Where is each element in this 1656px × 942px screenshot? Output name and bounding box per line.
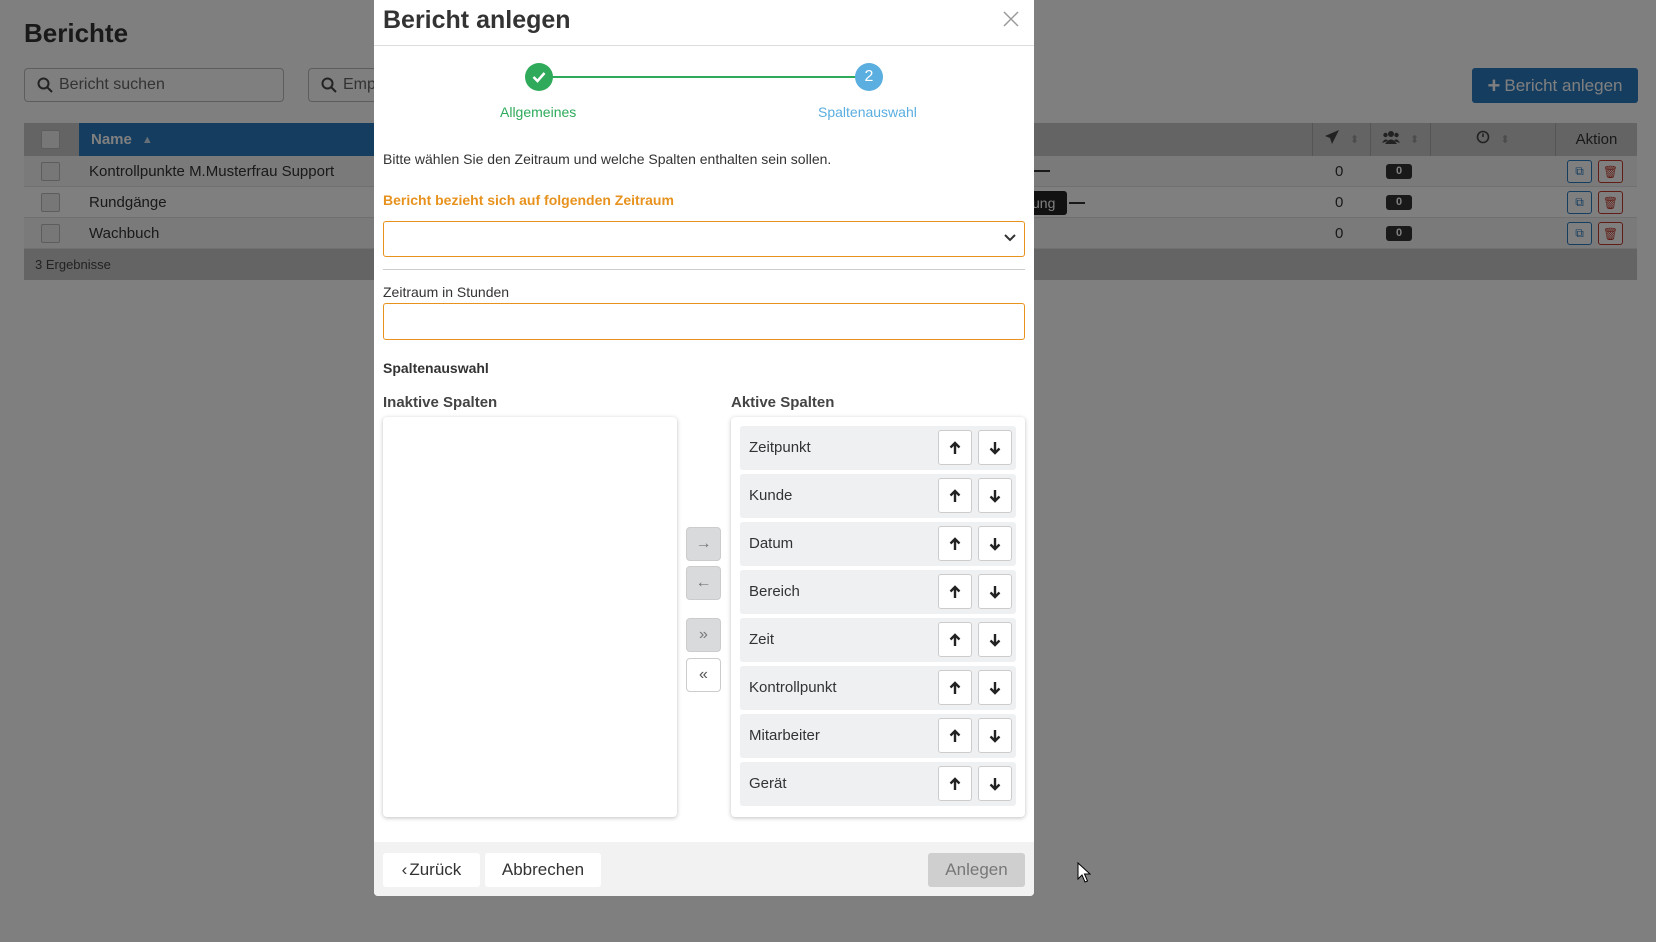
active-column-item[interactable]: Bereich <box>740 570 1016 614</box>
move-up-button[interactable] <box>938 670 972 705</box>
arrow-up-icon <box>949 728 961 742</box>
create-button[interactable]: Anlegen <box>928 853 1025 887</box>
step-spaltenauswahl[interactable]: 2 <box>855 63 883 91</box>
arrow-down-icon <box>989 441 1001 455</box>
wizard-stepper: 2 Allgemeines Spaltenauswahl <box>374 46 1034 128</box>
back-button[interactable]: ‹ Zurück <box>383 853 480 887</box>
column-name: Kontrollpunkt <box>749 679 837 696</box>
chevron-left-icon: ‹ <box>401 860 408 879</box>
arrow-up-icon <box>949 488 961 502</box>
arrow-right-icon: → <box>695 535 712 552</box>
arrow-up-icon <box>949 536 961 550</box>
arrow-up-icon <box>949 776 961 790</box>
column-selection-title: Spaltenauswahl <box>383 360 489 376</box>
mouse-pointer-icon <box>1077 862 1091 883</box>
active-column-item[interactable]: Datum <box>740 522 1016 566</box>
arrow-up-icon <box>949 584 961 598</box>
move-right-button[interactable]: → <box>686 527 721 561</box>
move-up-button[interactable] <box>938 574 972 609</box>
step-allgemeines[interactable] <box>525 63 553 91</box>
range-label: Bericht bezieht sich auf folgenden Zeitr… <box>383 192 674 208</box>
arrow-left-icon: ← <box>695 574 712 591</box>
cancel-button[interactable]: Abbrechen <box>485 853 601 887</box>
move-all-left-button[interactable]: « <box>686 658 721 692</box>
move-down-button[interactable] <box>978 478 1012 513</box>
active-columns-list: Zeitpunkt Kunde Datum Bereich Zeit Kontr… <box>731 417 1025 817</box>
active-column-item[interactable]: Gerät <box>740 762 1016 806</box>
inactive-columns-list[interactable] <box>383 417 677 817</box>
chevron-down-icon <box>1004 234 1016 242</box>
column-name: Zeitpunkt <box>749 439 811 456</box>
divider <box>383 269 1025 270</box>
arrow-down-icon <box>989 681 1001 695</box>
move-up-button[interactable] <box>938 718 972 753</box>
active-column-item[interactable]: Kontrollpunkt <box>740 666 1016 710</box>
arrow-down-icon <box>989 537 1001 551</box>
close-icon <box>1003 11 1019 27</box>
move-up-button[interactable] <box>938 766 972 801</box>
arrow-down-icon <box>989 729 1001 743</box>
double-arrow-right-icon: » <box>699 626 708 643</box>
step-connector <box>539 76 869 78</box>
range-select[interactable] <box>383 221 1025 257</box>
move-up-button[interactable] <box>938 622 972 657</box>
column-name: Zeit <box>749 631 775 648</box>
active-column-item[interactable]: Zeitpunkt <box>740 426 1016 470</box>
move-all-right-button[interactable]: » <box>686 618 721 652</box>
dialog-title: Bericht anlegen <box>383 6 571 34</box>
move-up-button[interactable] <box>938 526 972 561</box>
column-name: Kunde <box>749 487 793 504</box>
check-icon <box>532 72 546 83</box>
inactive-columns-title: Inaktive Spalten <box>383 394 498 411</box>
move-down-button[interactable] <box>978 622 1012 657</box>
move-up-button[interactable] <box>938 430 972 465</box>
column-name: Mitarbeiter <box>749 727 820 744</box>
move-down-button[interactable] <box>978 670 1012 705</box>
dialog-footer: ‹ Zurück Abbrechen Anlegen <box>374 842 1034 896</box>
arrow-up-icon <box>949 440 961 454</box>
arrow-up-icon <box>949 632 961 646</box>
column-name: Gerät <box>749 775 787 792</box>
dialog-header: Bericht anlegen <box>374 0 1034 46</box>
step-label-spaltenauswahl: Spaltenauswahl <box>818 104 917 120</box>
move-down-button[interactable] <box>978 574 1012 609</box>
hours-label: Zeitraum in Stunden <box>383 284 510 300</box>
active-column-item[interactable]: Kunde <box>740 474 1016 518</box>
move-left-button[interactable]: ← <box>686 566 721 600</box>
active-columns-title: Aktive Spalten <box>731 394 835 411</box>
move-up-button[interactable] <box>938 478 972 513</box>
double-arrow-left-icon: « <box>699 666 708 683</box>
close-button[interactable] <box>1000 8 1022 30</box>
hours-input[interactable] <box>383 303 1025 340</box>
back-label: Zurück <box>409 860 462 879</box>
step-label-allgemeines: Allgemeines <box>500 104 577 120</box>
move-down-button[interactable] <box>978 766 1012 801</box>
move-down-button[interactable] <box>978 718 1012 753</box>
move-down-button[interactable] <box>978 526 1012 561</box>
intro-text: Bitte wählen Sie den Zeitraum und welche… <box>383 151 832 167</box>
column-name: Bereich <box>749 583 800 600</box>
arrow-down-icon <box>989 633 1001 647</box>
move-down-button[interactable] <box>978 430 1012 465</box>
arrow-up-icon <box>949 680 961 694</box>
arrow-down-icon <box>989 585 1001 599</box>
active-column-item[interactable]: Zeit <box>740 618 1016 662</box>
active-column-item[interactable]: Mitarbeiter <box>740 714 1016 758</box>
create-report-dialog: Bericht anlegen 2 Allgemeines Spaltenaus… <box>374 0 1034 896</box>
arrow-down-icon <box>989 489 1001 503</box>
column-name: Datum <box>749 535 794 552</box>
arrow-down-icon <box>989 777 1001 791</box>
